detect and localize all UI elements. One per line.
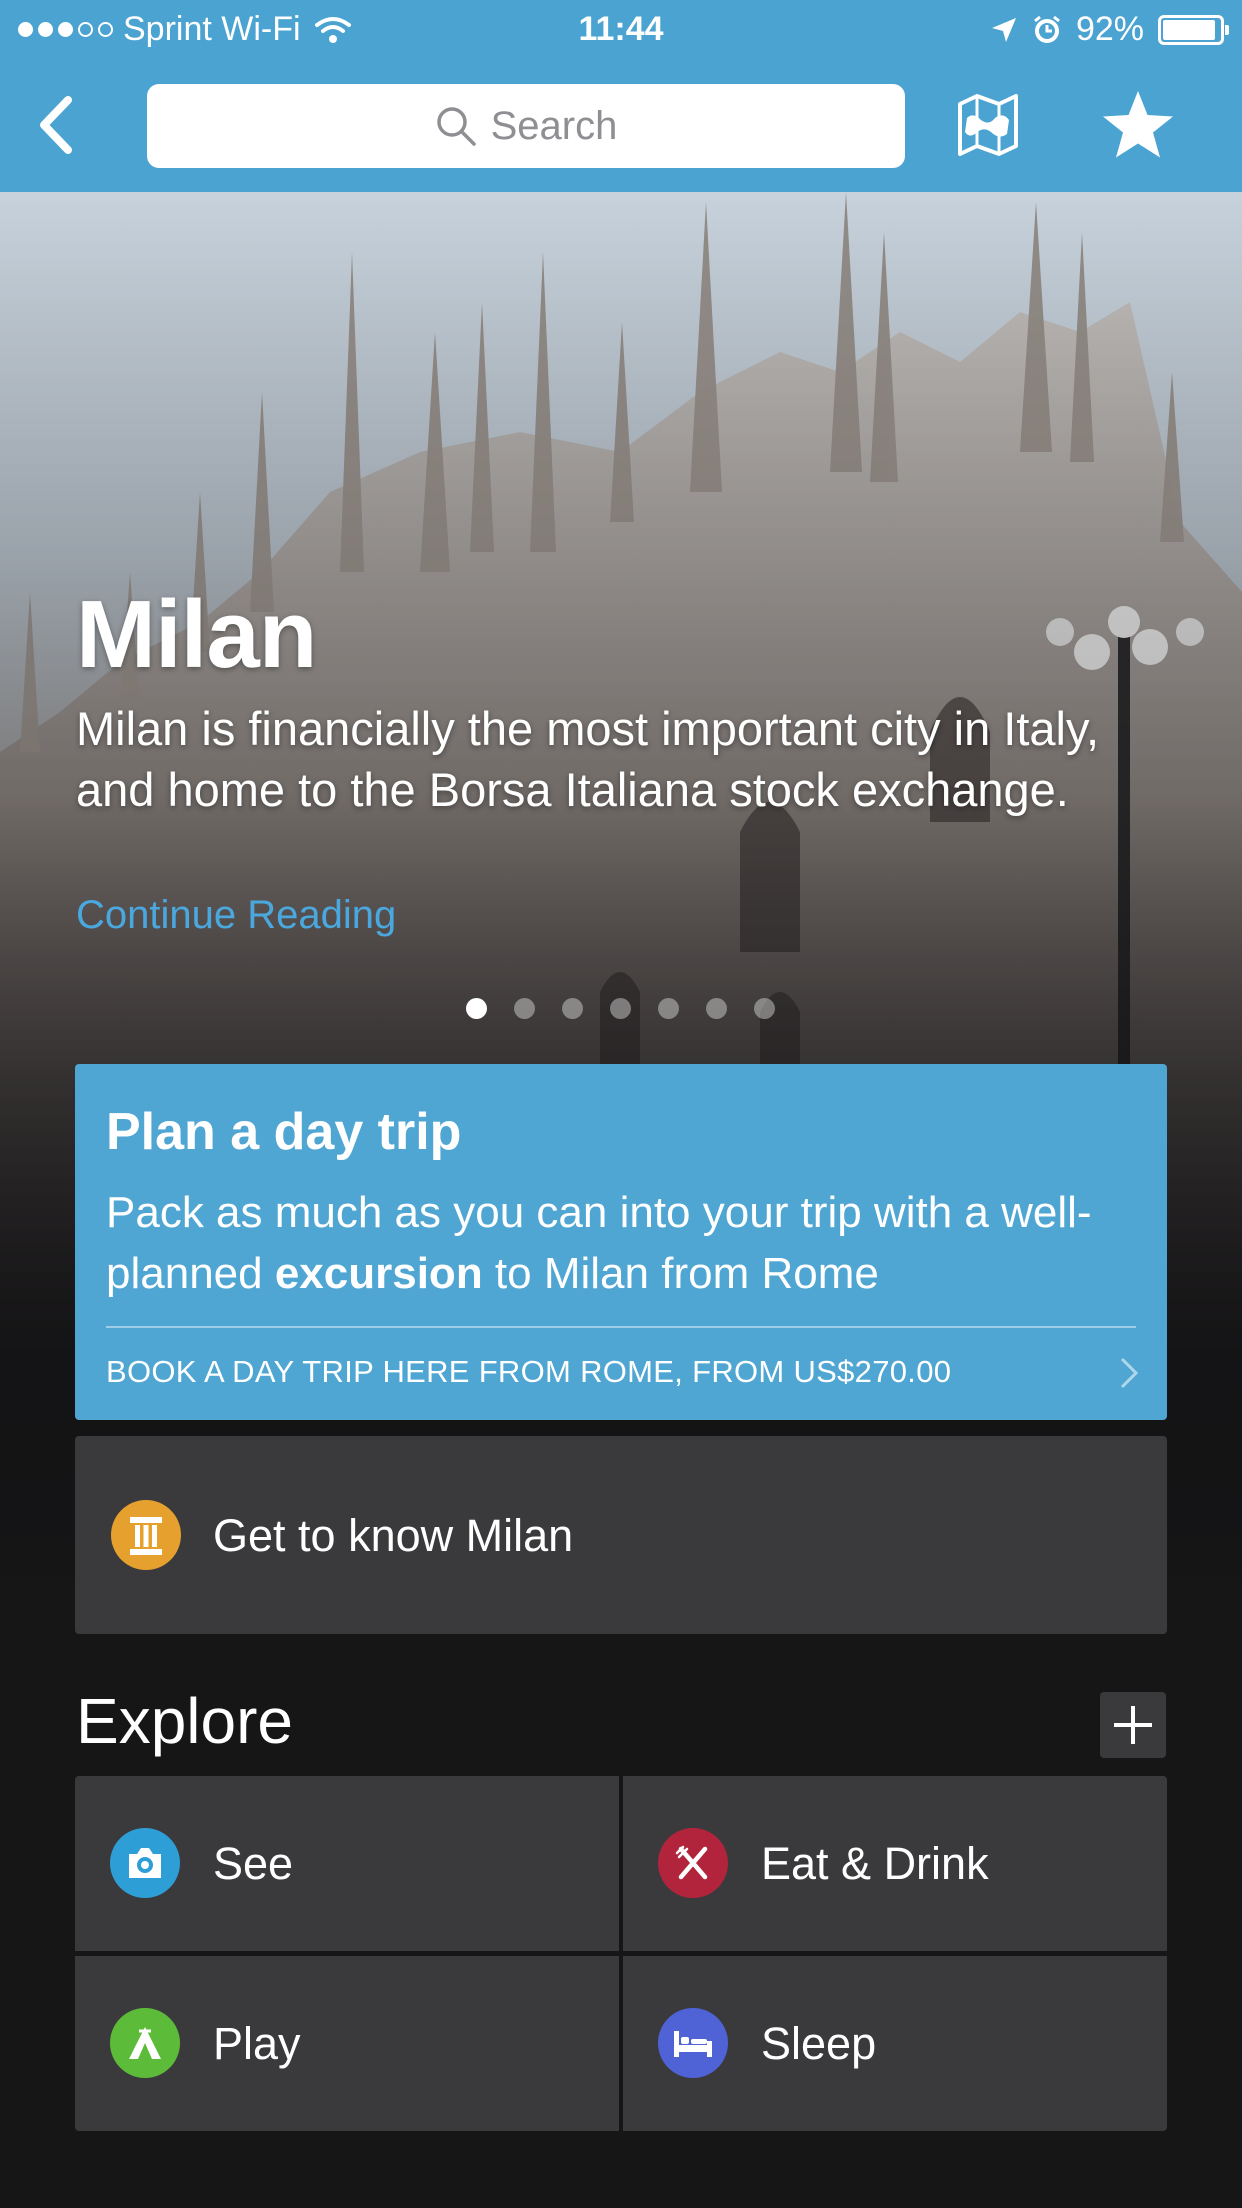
status-bar: Sprint Wi-Fi 11:44 92%: [0, 0, 1242, 62]
camera-icon: [110, 1828, 180, 1898]
explore-tile-sleep[interactable]: Sleep: [623, 1956, 1167, 2131]
explore-tile-see[interactable]: See: [75, 1776, 619, 1951]
day-trip-title: Plan a day trip: [106, 1103, 462, 1161]
page-dot[interactable]: [658, 998, 679, 1019]
day-trip-card[interactable]: Plan a day trip Pack as much as you can …: [75, 1064, 1167, 1420]
city-description: Milan is financially the most important …: [76, 702, 1100, 816]
back-button[interactable]: [30, 90, 90, 160]
pillar-icon: [111, 1500, 181, 1570]
day-trip-text-bold: excursion: [274, 1249, 483, 1298]
explore-tile-eat-drink[interactable]: Eat & Drink: [623, 1776, 1167, 1951]
explore-add-button[interactable]: [1100, 1692, 1166, 1758]
tent-icon: [110, 2008, 180, 2078]
explore-heading: Explore: [76, 1685, 293, 1757]
fork-knife-icon: [658, 1828, 728, 1898]
location-arrow-icon: [991, 17, 1016, 42]
day-trip-text-2: to Milan from Rome: [482, 1249, 879, 1298]
explore-tile-label: Sleep: [761, 2018, 877, 2069]
top-nav-bar: Search: [0, 62, 1242, 192]
search-placeholder: Search: [490, 103, 618, 148]
alarm-icon: [1034, 15, 1060, 43]
map-button[interactable]: [955, 90, 1021, 160]
explore-tile-label: Play: [213, 2018, 301, 2069]
battery-percent: 92%: [1075, 10, 1144, 48]
page-dot[interactable]: [514, 998, 535, 1019]
day-trip-divider: [106, 1326, 1136, 1328]
explore-tile-label: Eat & Drink: [761, 1838, 989, 1889]
status-right: 92%: [990, 10, 1229, 49]
chevron-right-icon: [1120, 1357, 1139, 1389]
search-icon: [436, 107, 476, 146]
plus-icon: [1114, 1706, 1152, 1744]
page-dot[interactable]: [706, 998, 727, 1019]
chevron-left-icon: [40, 96, 72, 154]
page-dot[interactable]: [562, 998, 583, 1019]
favorite-button[interactable]: [1100, 87, 1176, 163]
continue-reading-link[interactable]: Continue Reading: [76, 893, 396, 938]
get-to-know-card[interactable]: Get to know Milan: [75, 1436, 1167, 1634]
search-input[interactable]: Search: [147, 84, 905, 168]
battery-icon: [1158, 14, 1229, 45]
book-day-trip-link[interactable]: BOOK A DAY TRIP HERE FROM ROME, FROM US$…: [106, 1354, 951, 1390]
explore-tile-play[interactable]: Play: [75, 1956, 619, 2131]
explore-tile-label: See: [213, 1838, 294, 1889]
city-title: Milan: [76, 581, 317, 688]
page-dot[interactable]: [610, 998, 631, 1019]
star-icon: [1103, 91, 1173, 158]
day-trip-description: Pack as much as you can into your trip w…: [106, 1182, 1126, 1304]
bed-icon: [658, 2008, 728, 2078]
page-dot[interactable]: [466, 998, 487, 1019]
map-icon: [958, 94, 1018, 156]
get-to-know-label: Get to know Milan: [213, 1510, 574, 1561]
page-dot[interactable]: [754, 998, 775, 1019]
battery-level-fill: [1163, 19, 1215, 40]
page-indicator[interactable]: [466, 998, 775, 1019]
